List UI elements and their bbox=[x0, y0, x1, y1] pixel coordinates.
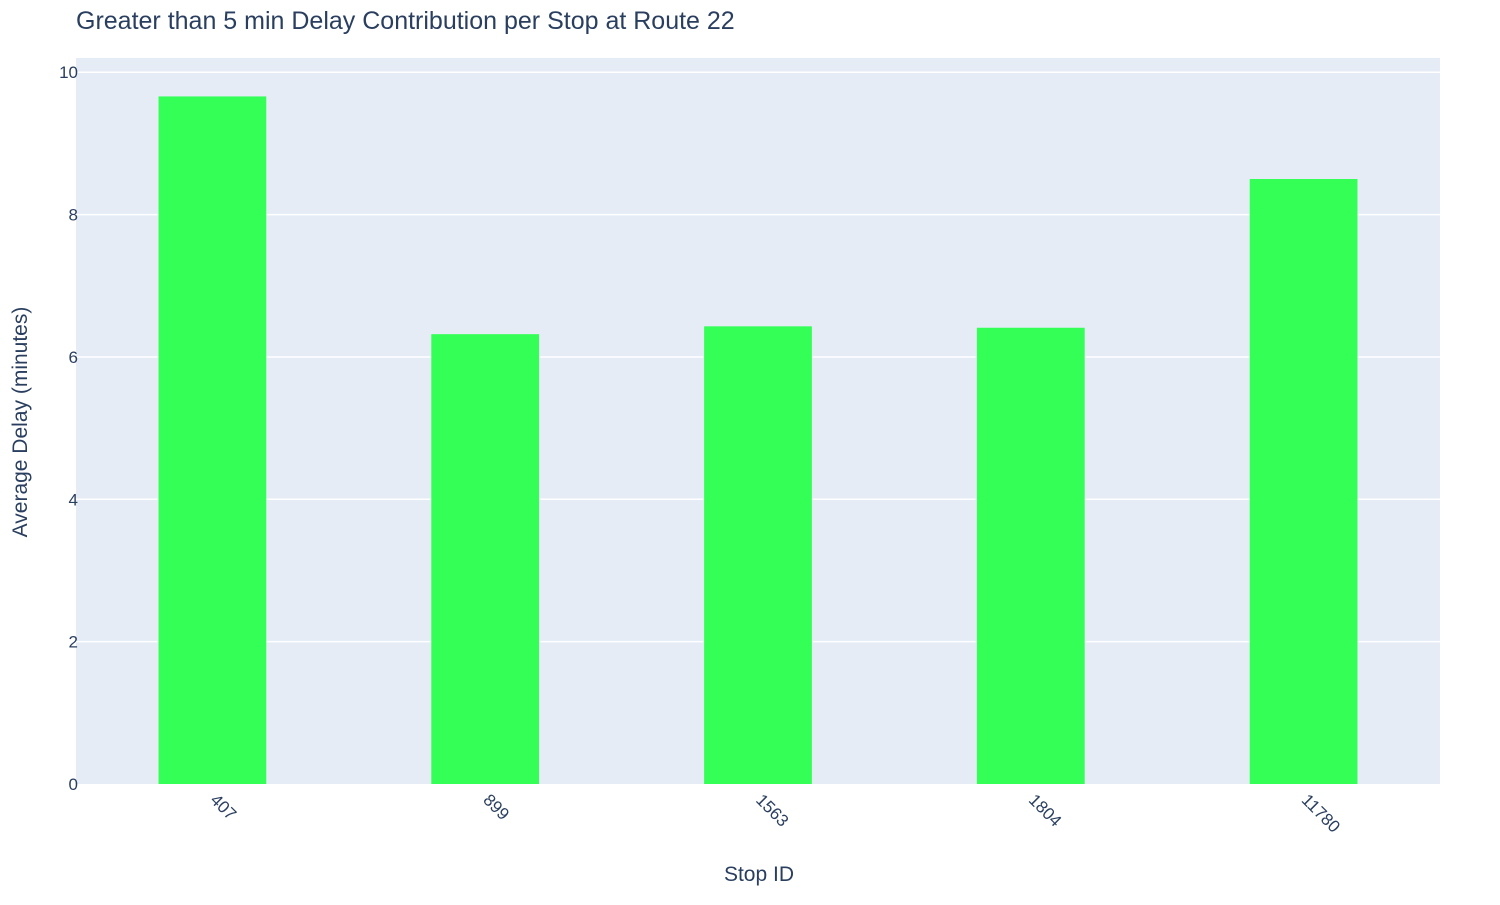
x-tick-label: 407 bbox=[207, 790, 240, 823]
x-tick-label: 899 bbox=[479, 790, 512, 823]
bar-1804[interactable] bbox=[976, 327, 1085, 784]
chart-container: 0 2 4 6 8 10 407 899 1563 1804 11780 Greater than… bbox=[0, 0, 1500, 900]
bar-chart: 0 2 4 6 8 10 407 899 1563 1804 11780 Greater than… bbox=[9, 7, 1440, 886]
x-tick-label: 1563 bbox=[752, 790, 792, 830]
x-tick-label: 1804 bbox=[1025, 790, 1065, 830]
x-axis-ticks: 407 899 1563 1804 11780 bbox=[207, 790, 1344, 836]
y-tick-label: 2 bbox=[69, 633, 78, 652]
x-axis-title: Stop ID bbox=[724, 863, 794, 886]
y-tick-label: 4 bbox=[69, 490, 78, 509]
y-axis-title: Average Delay (minutes) bbox=[9, 307, 32, 538]
y-tick-label: 8 bbox=[69, 206, 78, 225]
bar-407[interactable] bbox=[158, 96, 267, 784]
y-axis-ticks: 0 2 4 6 8 10 bbox=[59, 63, 78, 794]
bar-899[interactable] bbox=[431, 334, 540, 784]
y-tick-label: 0 bbox=[69, 775, 78, 794]
y-tick-label: 6 bbox=[69, 348, 78, 367]
bar-11780[interactable] bbox=[1249, 179, 1358, 784]
bar-1563[interactable] bbox=[704, 326, 812, 784]
chart-title: Greater than 5 min Delay Contribution pe… bbox=[76, 7, 735, 35]
x-tick-label: 11780 bbox=[1298, 790, 1344, 836]
y-tick-label: 10 bbox=[59, 63, 78, 82]
